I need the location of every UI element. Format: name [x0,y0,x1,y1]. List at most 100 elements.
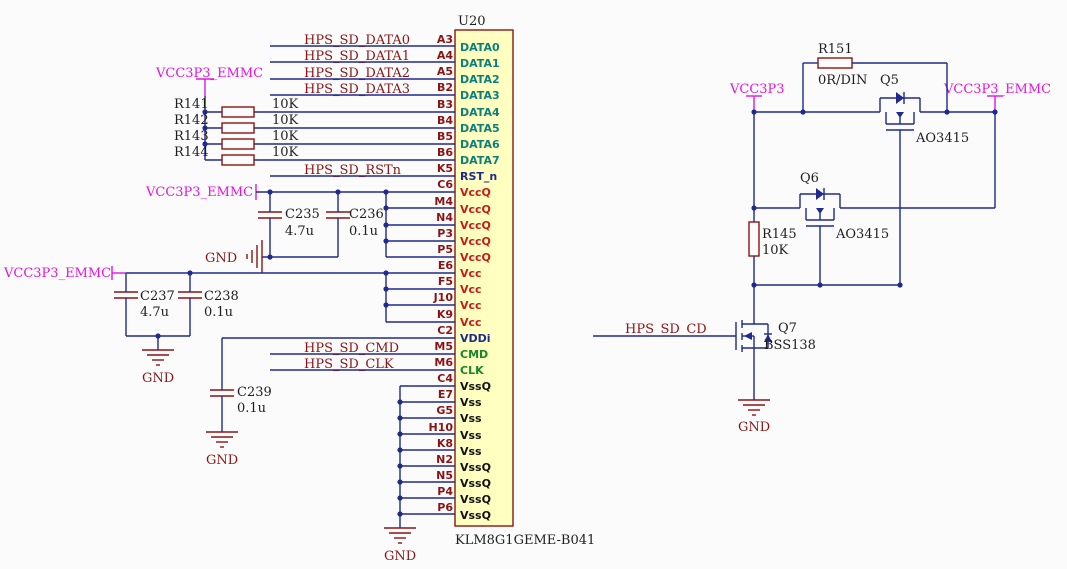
u20-pin-name: VssQ [460,477,491,490]
u20-pin-number: J10 [433,291,454,304]
r145-value: 10K [762,243,789,258]
u20-pin-number: P4 [437,485,453,498]
u20-pin-number: N4 [436,211,453,224]
gnd-label-3: GND [206,453,238,468]
u20-pin-number: C6 [437,178,453,191]
q7-symbol [735,320,772,400]
u20-ref: U20 [458,14,486,29]
u20-pin-name: DATA4 [460,106,500,119]
u20-pin-number: C4 [437,372,453,385]
u20-pin-number: K5 [437,162,453,175]
c238-ref: C238 [204,289,239,304]
gnd-symbol-side [246,240,263,273]
u20-pin-name: CLK [460,364,484,377]
c239-ref: C239 [237,385,272,400]
q5-symbol [879,92,921,285]
u20-part: KLM8G1GEME-B041 [455,533,595,548]
r151-body [817,57,853,69]
net-cd: HPS_SD_CD [625,322,707,337]
u20-pin-name: DATA3 [460,89,500,102]
u20-pin-number: B2 [437,81,453,94]
u20-pin-number: N5 [436,469,453,482]
u20-pin-number: G5 [436,404,453,417]
u20-pin-name: Vss [460,445,482,458]
u20-pin-name: DATA2 [460,73,500,86]
pwr-vcc: VCC3P3 [729,82,785,97]
schematic-svg: U20 KLM8G1GEME-B041 A3 DATA0 A4 DATA1 A5 DATA… [3,14,1051,564]
r143-value: 10K [272,129,299,144]
r141-value: 10K [272,97,299,112]
net-cmd: HPS_SD_CMD [304,341,399,356]
u20-pin-name: VssQ [460,461,491,474]
gnd-symbol-5 [738,399,770,416]
c239-value: 0.1u [237,401,266,416]
gnd-symbol-2 [142,349,174,366]
u20-pin-number: A3 [437,33,453,46]
u20-pin-number: E6 [438,259,454,272]
u20-pin-name: DATA5 [460,122,500,135]
q6-part: AO3415 [835,227,889,242]
u20-pin-number: B4 [437,114,453,127]
net-rst: HPS_SD_RSTn [304,163,402,178]
q6-symbol [799,188,841,285]
q7-ref: Q7 [778,321,797,336]
u20-pin-name: VDDi [460,332,491,345]
r145-ref: R145 [762,227,797,242]
u20-pin-number: M6 [434,356,453,369]
u20-pin-number: K8 [437,437,453,450]
gnd-label-5: GND [738,420,770,435]
r151-value: 0R/DIN [818,73,867,88]
pwr-vcc-emmc-4: VCC3P3_EMMC [943,82,1051,97]
net-data0: HPS_SD_DATA0 [304,33,410,48]
r144-ref: R144 [174,145,209,160]
u20-pin-number: P3 [437,227,453,240]
c236 [326,192,350,257]
net-data1: HPS_SD_DATA1 [304,49,410,64]
c235-ref: C235 [285,207,320,222]
u20-pin-number: C2 [437,324,453,337]
r143-ref: R143 [174,129,209,144]
u20-pin-name: Vss [460,429,482,442]
u20-pin-name: VssQ [460,493,491,506]
net-data3: HPS_SD_DATA3 [304,82,410,97]
r143-body [221,138,255,150]
u20-pin-name: CMD [460,348,488,361]
c238-value: 0.1u [204,305,233,320]
u20-pin-number: A5 [437,65,453,78]
q7-part: BSS138 [764,338,816,353]
u20-pin-name: VccQ [460,186,491,199]
r142-value: 10K [272,113,299,128]
u20-pin-name: DATA7 [460,154,500,167]
u20-pin-name: VccQ [460,203,491,216]
q5-part: AO3415 [915,131,969,146]
u20-pin-name: VccQ [460,235,491,248]
u20-pin-name: VccQ [460,219,491,232]
c237-ref: C237 [140,289,175,304]
u20-pin-number: A4 [437,49,454,62]
u20-pin-number: M4 [434,195,453,208]
u20-pin-number: B5 [437,130,453,143]
r151-ref: R151 [818,42,853,57]
gnd-symbol-3 [206,431,238,448]
c236-value: 0.1u [349,224,378,239]
gnd-label-4: GND [384,549,416,564]
u20-pin-number: P5 [437,243,453,256]
c237-value: 4.7u [140,305,169,320]
u20-pin-name: RST_n [460,170,497,183]
u20-pin-number: B6 [437,146,453,159]
u20-pin-number: K9 [437,308,453,321]
c237 [114,273,138,336]
gnd-label-1: GND [205,251,237,266]
u20-pin-name: VssQ [460,380,491,393]
u20-pin-name: DATA1 [460,57,500,70]
u20-pin-name: Vcc [460,299,482,312]
schematic-canvas: U20 KLM8G1GEME-B041 A3 DATA0 A4 DATA1 A5 DATA… [0,0,1067,569]
gnd-label-2: GND [142,371,174,386]
u20-pin-number: N2 [436,453,453,466]
u20-pin-number: F5 [438,275,453,288]
u20-pin-name: Vss [460,412,482,425]
u20-pin-name: Vcc [460,316,482,329]
u20-pin-name: VccQ [460,251,491,264]
r142-ref: R142 [174,113,209,128]
c238 [178,273,202,336]
